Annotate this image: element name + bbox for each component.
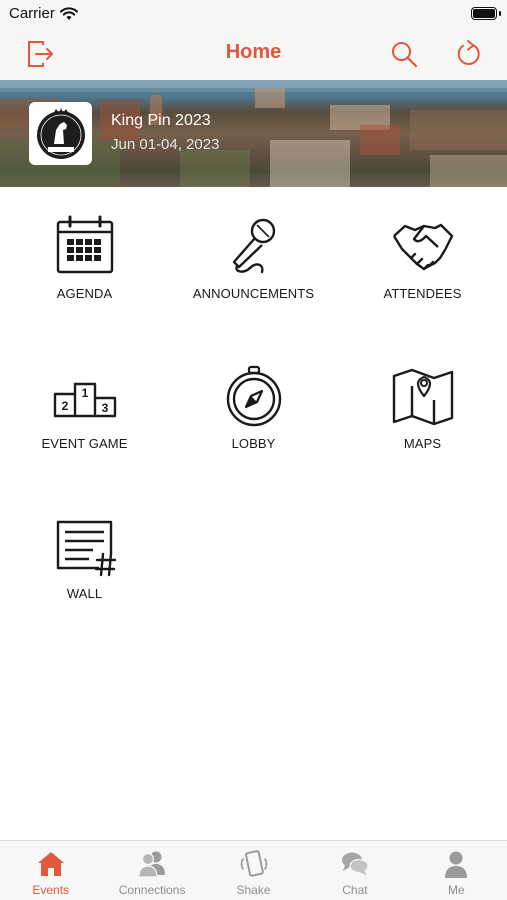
microphone-icon [232, 218, 275, 274]
tab-label: Shake [236, 883, 271, 897]
phone-shake-icon [240, 850, 267, 877]
home-icon [37, 852, 64, 876]
event-dates: Jun 01-04, 2023 [111, 136, 220, 153]
wall-post-icon [56, 520, 116, 577]
status-bar: Carrier [0, 0, 507, 28]
battery-icon [471, 7, 497, 20]
svg-text:1: 1 [81, 386, 88, 400]
tile-lobby[interactable]: LOBBY [169, 337, 338, 487]
event-banner[interactable]: King Pin 2023 Jun 01-04, 2023 [0, 80, 507, 187]
event-name: King Pin 2023 [111, 112, 211, 129]
tab-events[interactable]: Events [0, 841, 101, 900]
event-logo [29, 102, 92, 165]
chat-bubbles-icon [341, 852, 369, 876]
tile-label: ANNOUNCEMENTS [192, 286, 315, 301]
page-title: Home [225, 41, 282, 63]
tab-label: Connections [118, 883, 186, 897]
search-button[interactable] [386, 36, 422, 72]
king-pin-logo [36, 107, 85, 159]
nav-bar: Home [0, 28, 507, 80]
tab-label: Events [32, 883, 70, 897]
tab-shake[interactable]: Shake [203, 841, 304, 900]
tile-event-game[interactable]: 1 2 3 EVENT GAME [0, 337, 169, 487]
tile-label: WALL [66, 586, 103, 601]
refresh-icon [457, 40, 480, 65]
tab-bar: Events Connections Shake Chat Me [0, 840, 507, 900]
tab-me[interactable]: Me [406, 841, 507, 900]
tile-maps[interactable]: MAPS [338, 337, 507, 487]
calendar-icon [56, 215, 113, 274]
tile-label: ATTENDEES [383, 286, 462, 301]
search-icon [392, 42, 418, 68]
tile-attendees[interactable]: ATTENDEES [338, 187, 507, 337]
tile-agenda[interactable]: AGENDA [0, 187, 169, 337]
compass-icon [226, 365, 281, 427]
svg-text:2: 2 [61, 399, 68, 413]
tile-label: AGENDA [56, 286, 113, 301]
tile-label: MAPS [403, 436, 442, 451]
tile-label: EVENT GAME [41, 436, 128, 451]
tab-chat[interactable]: Chat [304, 841, 405, 900]
tab-label: Chat [342, 883, 368, 897]
person-icon [445, 851, 468, 878]
refresh-button[interactable] [451, 36, 487, 72]
handshake-icon [392, 223, 453, 271]
svg-text:3: 3 [101, 401, 108, 415]
map-icon [392, 368, 453, 426]
tile-wall[interactable]: WALL [0, 487, 169, 637]
carrier-label: Carrier [9, 5, 55, 22]
tab-connections[interactable]: Connections [101, 841, 202, 900]
tile-announcements[interactable]: ANNOUNCEMENTS [169, 187, 338, 337]
carrier: Carrier [9, 5, 78, 22]
tab-label: Me [447, 883, 465, 897]
wifi-icon [59, 6, 78, 20]
people-icon [138, 851, 166, 878]
tile-label: LOBBY [231, 436, 276, 451]
podium-icon: 1 2 3 [53, 382, 116, 418]
